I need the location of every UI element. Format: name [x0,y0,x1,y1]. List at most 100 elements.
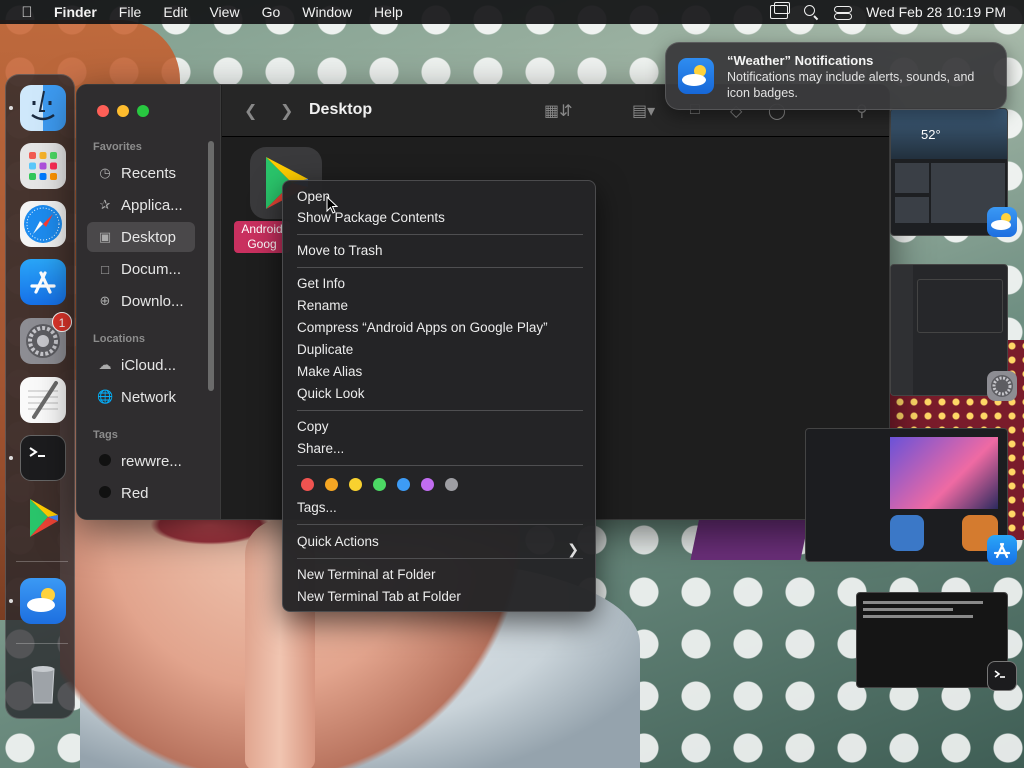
launchpad-icon[interactable] [20,143,66,189]
tag-yellow-button[interactable] [349,478,362,491]
menu-item-rename[interactable]: Rename [297,296,348,316]
menu-edit[interactable]: Edit [163,4,187,20]
app-store-window-thumbnail[interactable] [805,428,1008,562]
download-icon: ⊕ [99,293,111,308]
menu-go[interactable]: Go [262,4,281,20]
thumbnail-text-line [863,608,953,611]
sidebar-scrollbar[interactable] [208,141,214,391]
close-window-button[interactable] [97,105,109,117]
app-store-badge-icon [987,535,1017,565]
menu-item-get-info[interactable]: Get Info [297,274,345,294]
safari-icon[interactable] [20,201,66,247]
screen-mirroring-icon[interactable] [770,2,791,19]
sidebar-item-tag-rewwre[interactable]: rewwre... [87,446,195,476]
menu-window[interactable]: Window [302,4,352,20]
menu-item-copy[interactable]: Copy [297,417,329,437]
dock: 1 [5,74,75,719]
menu-item-duplicate[interactable]: Duplicate [297,340,353,360]
tag-blue-button[interactable] [397,478,410,491]
tag-orange-button[interactable] [325,478,338,491]
textedit-icon[interactable] [20,377,66,423]
view-grid-icon[interactable]: ▦⇵ [544,101,573,121]
weather-badge-icon [987,207,1017,237]
sidebar-item-label: rewwre... [121,452,182,470]
file-label-line: Android [241,222,283,236]
applications-icon: ✰ [99,197,111,212]
sidebar-item-label: Recents [121,164,177,182]
sidebar-item-icloud[interactable]: ☁ iCloud... [87,350,195,380]
sidebar-item-tag-red[interactable]: Red [87,478,195,508]
weather-notification-icon [678,58,714,94]
menu-app-finder[interactable]: Finder [54,4,97,20]
menu-item-show-package-contents[interactable]: Show Package Contents [297,208,445,228]
thumbnail-text-line [863,601,983,604]
terminal-icon[interactable] [20,435,66,481]
file-label-line: Goog [247,237,277,251]
sidebar-item-applications[interactable]: ✰ Applica... [87,190,195,220]
sidebar-item-downloads[interactable]: ⊕ Downlo... [87,286,195,316]
sidebar-item-recents[interactable]: ◷ Recents [87,158,195,188]
tag-green-button[interactable] [373,478,386,491]
tag-red-button[interactable] [301,478,314,491]
menu-item-move-to-trash[interactable]: Move to Trash [297,241,383,261]
control-center-icon[interactable] [834,5,853,20]
menu-item-compress[interactable]: Compress “Android Apps on Google Play” [297,318,548,338]
thumbnail-tile [895,197,929,223]
weather-notification[interactable]: “Weather” Notifications Notifications ma… [665,42,1007,110]
menu-item-make-alias[interactable]: Make Alias [297,362,362,382]
desktop-icon: ▣ [98,229,112,244]
thumbnail-app-tile [890,515,924,551]
menu-item-new-terminal-tab[interactable]: New Terminal Tab at Folder [297,587,461,607]
back-arrow-icon[interactable]: ❮ [244,101,257,121]
sidebar-item-label: Docum... [121,260,182,278]
sidebar-item-desktop[interactable]: ▣ Desktop [87,222,195,252]
menu-clock[interactable]: Wed Feb 28 10:19 PM [866,4,1006,20]
sidebar-item-documents[interactable]: □ Docum... [87,254,195,284]
thumbnail-sidebar [891,265,913,395]
app-store-icon[interactable] [20,259,66,305]
menu-help[interactable]: Help [374,4,403,20]
sidebar-item-label: Applica... [121,196,183,214]
trash-icon[interactable] [20,661,66,707]
finder-icon[interactable] [20,85,66,131]
apple-menu-icon[interactable]:  [18,4,36,21]
dock-separator [16,561,68,562]
weather-icon[interactable] [20,578,66,624]
tag-gray-button[interactable] [445,478,458,491]
tag-dot-icon [97,453,113,469]
zoom-window-button[interactable] [137,105,149,117]
spotlight-search-icon[interactable] [804,5,818,19]
menu-item-share[interactable]: Share... [297,439,344,459]
dock-separator-trash [16,643,68,644]
system-settings-icon[interactable]: 1 [20,312,72,364]
thumbnail-banner [890,437,998,509]
menu-separator [297,465,583,466]
minimize-window-button[interactable] [117,105,129,117]
submenu-chevron-icon: ❯ [567,541,579,557]
terminal-window-thumbnail[interactable] [856,592,1008,688]
sidebar-item-network[interactable]: 🌐 Network [87,382,195,412]
menu-view[interactable]: View [209,4,239,20]
menu-separator [297,234,583,235]
menu-item-quick-look[interactable]: Quick Look [297,384,365,404]
google-play-icon[interactable] [20,495,66,541]
sidebar-item-label: Network [121,388,177,406]
notification-body: Notifications may include alerts, sounds… [727,70,975,100]
menu-item-new-terminal[interactable]: New Terminal at Folder [297,565,436,585]
window-title: Desktop [309,101,373,118]
settings-badge: 1 [52,312,72,332]
sidebar-section-favorites: Favorites [93,141,142,153]
menu-file[interactable]: File [119,4,142,20]
thumbnail-panel [917,279,1003,333]
tag-dot-icon [97,485,113,501]
thumbnail-header [891,109,1007,159]
thumbnail-tile [895,163,929,193]
menu-item-quick-actions[interactable]: Quick Actions [297,532,379,552]
forward-arrow-icon[interactable]: ❯ [280,101,293,121]
menu-item-tags[interactable]: Tags... [297,498,337,518]
sidebar-item-label: Red [121,484,149,502]
weather-running-indicator [9,599,13,603]
tag-purple-button[interactable] [421,478,434,491]
mouse-pointer-icon [326,196,338,214]
group-by-icon[interactable]: ▤▾ [632,101,655,121]
